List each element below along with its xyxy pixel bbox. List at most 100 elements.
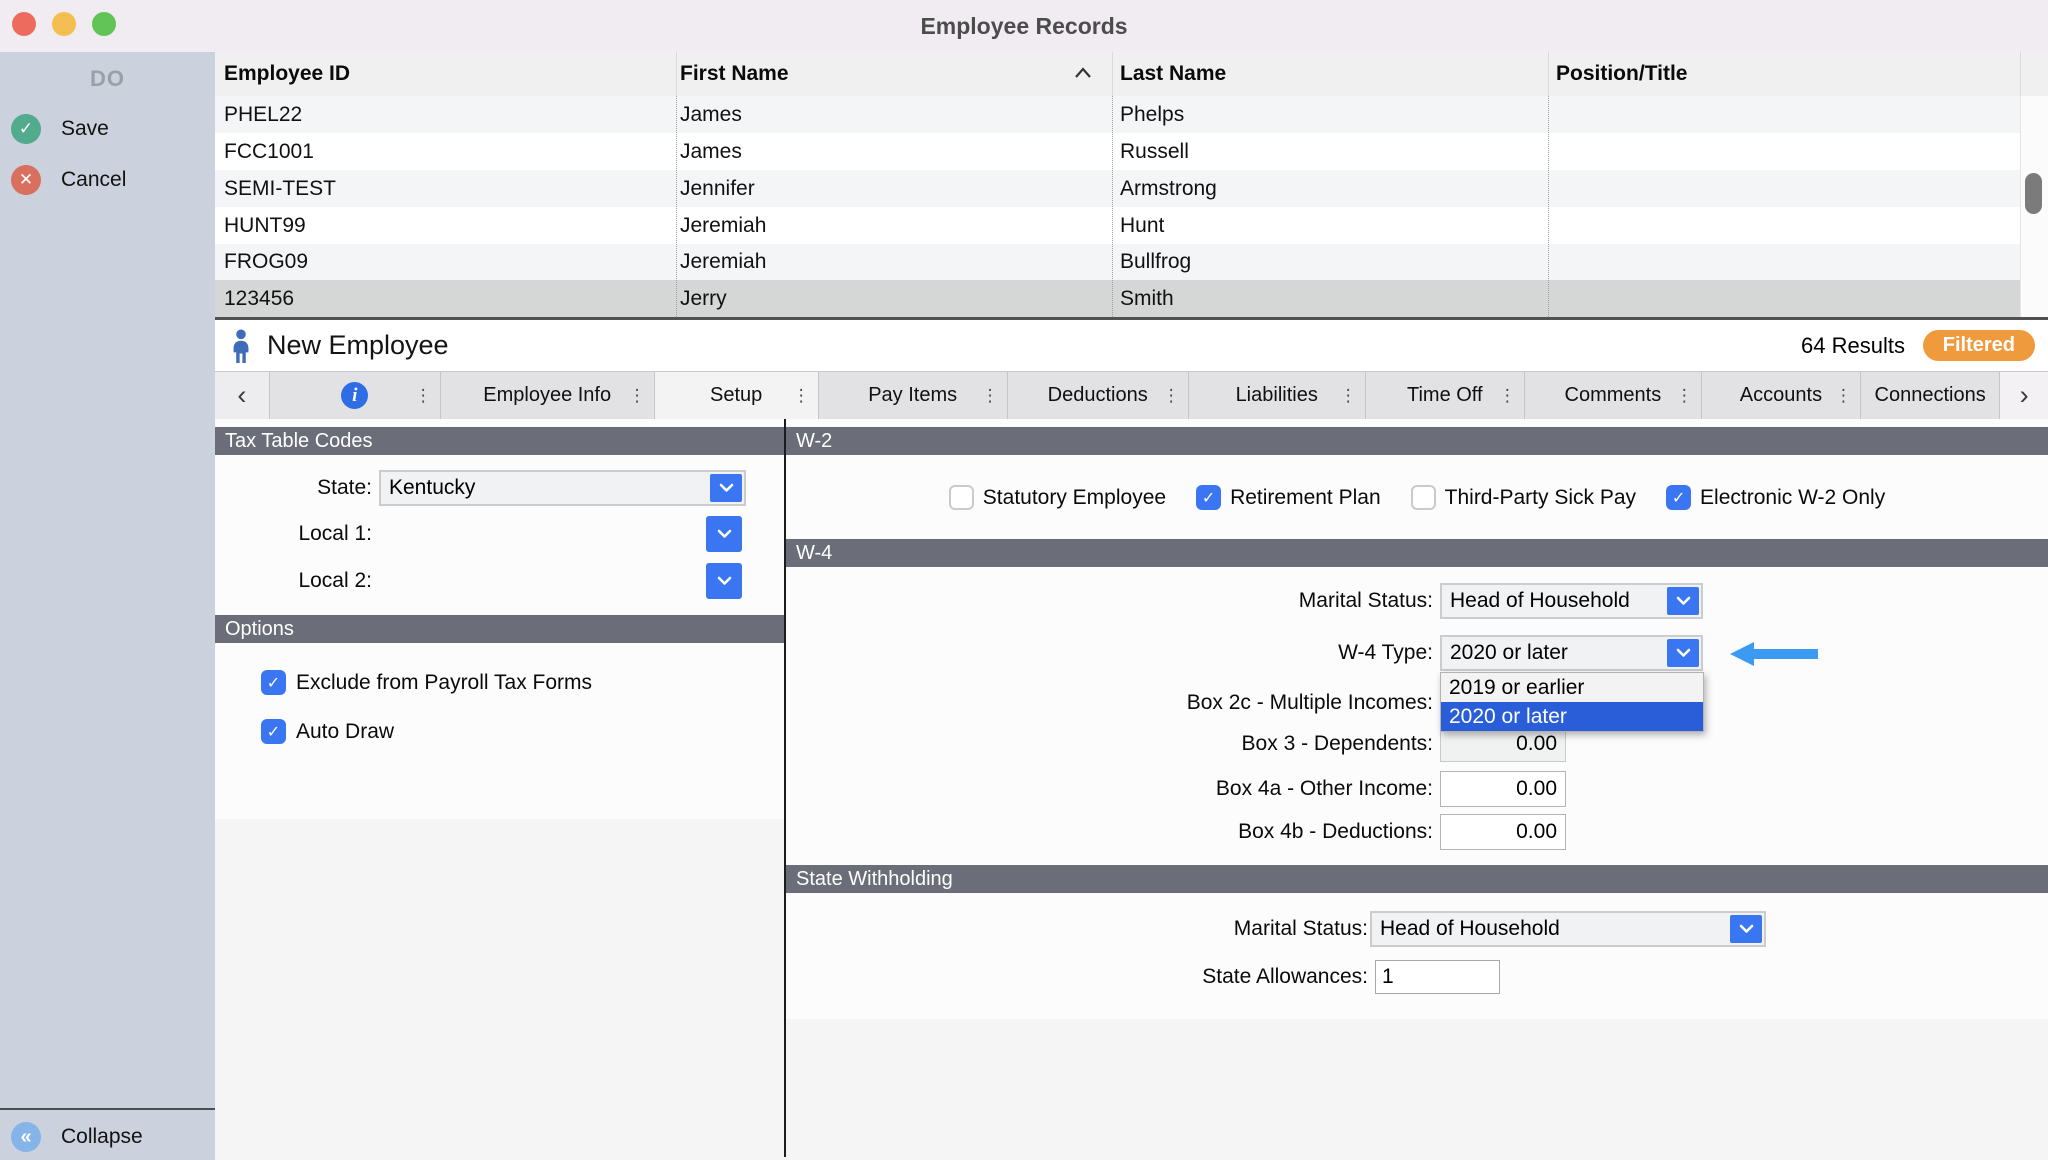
box4a-other-income-field[interactable] bbox=[1440, 771, 1566, 807]
chevron-down-icon[interactable] bbox=[1667, 587, 1699, 615]
tab-pay-items[interactable]: Pay Items ⋮ bbox=[819, 372, 1008, 419]
state-label: State: bbox=[215, 470, 372, 506]
sort-ascending-icon bbox=[1073, 66, 1093, 84]
box4a-other-income-label: Box 4a - Other Income: bbox=[786, 771, 1433, 807]
tab-label: Time Off bbox=[1407, 384, 1483, 407]
checkbox-label: Statutory Employee bbox=[983, 485, 1166, 510]
local1-label: Local 1: bbox=[215, 516, 372, 552]
tab-overflow-icon[interactable]: ⋮ bbox=[1676, 386, 1693, 406]
cell-employee-id: SEMI-TEST bbox=[224, 170, 336, 207]
checkbox-label: Electronic W-2 Only bbox=[1700, 485, 1885, 510]
tab-overflow-icon[interactable]: ⋮ bbox=[1499, 386, 1516, 406]
table-row[interactable]: FROG09 Jeremiah Bullfrog bbox=[215, 244, 2048, 280]
setup-form: Tax Table Codes State: Kentucky Local 1:… bbox=[215, 419, 2048, 1160]
table-scrollbar-thumb[interactable] bbox=[2025, 173, 2042, 214]
tab-overflow-icon[interactable]: ⋮ bbox=[1835, 386, 1852, 406]
check-glyph: ✓ bbox=[19, 119, 33, 139]
check-glyph: ✓ bbox=[1672, 488, 1685, 508]
box2c-multiple-incomes-label: Box 2c - Multiple Incomes: bbox=[786, 685, 1433, 721]
checkbox-statutory-employee[interactable] bbox=[949, 485, 974, 510]
w4-marital-status-value: Head of Household bbox=[1450, 585, 1630, 617]
tabs-scroll-left-button[interactable]: ‹ bbox=[215, 372, 270, 419]
cancel-button[interactable]: Cancel bbox=[61, 165, 126, 195]
tab-overflow-icon[interactable]: ⋮ bbox=[793, 386, 810, 406]
section-header-w2: W-2 bbox=[786, 427, 2048, 455]
chevron-down-icon[interactable] bbox=[710, 474, 742, 502]
collapse-button[interactable]: Collapse bbox=[61, 1122, 143, 1152]
exclude-payroll-tax-forms-row: ✓ Exclude from Payroll Tax Forms bbox=[261, 670, 592, 695]
tab-setup[interactable]: Setup ⋮ bbox=[655, 372, 819, 419]
w4-type-combobox[interactable]: 2020 or later bbox=[1440, 635, 1703, 671]
tab-comments[interactable]: Comments ⋮ bbox=[1525, 372, 1702, 419]
state-allowances-input[interactable] bbox=[1375, 960, 1500, 994]
table-row[interactable]: FCC1001 James Russell bbox=[215, 133, 2048, 170]
statutory-employee-item: Statutory Employee bbox=[949, 485, 1166, 510]
cell-first-name: James bbox=[680, 96, 742, 133]
table-row-selected[interactable]: 123456 Jerry Smith bbox=[215, 280, 2048, 317]
table-row[interactable]: HUNT99 Jeremiah Hunt bbox=[215, 207, 2048, 244]
chevron-down-icon[interactable] bbox=[1667, 639, 1699, 667]
section-header-options: Options bbox=[215, 615, 786, 643]
tab-overflow-icon[interactable]: ⋮ bbox=[629, 386, 646, 406]
column-header-first-name[interactable]: First Name bbox=[680, 52, 789, 96]
cell-last-name: Russell bbox=[1120, 133, 1189, 170]
tab-label: Deductions bbox=[1048, 384, 1148, 407]
column-divider-dotted bbox=[1548, 96, 1549, 317]
title-bar: Employee Records bbox=[0, 0, 2048, 53]
tab-overflow-icon[interactable]: ⋮ bbox=[1163, 386, 1180, 406]
tab-label: Pay Items bbox=[868, 384, 957, 407]
right-panel: W-2 Statutory Employee ✓ Retirement Plan… bbox=[786, 419, 2048, 1160]
back-chevron-icon: ‹ bbox=[237, 380, 246, 411]
box4b-deductions-field[interactable] bbox=[1440, 814, 1566, 850]
tab-label: Connections bbox=[1875, 384, 1986, 407]
tabs-scroll-right-button[interactable]: › bbox=[2000, 372, 2048, 419]
table-row[interactable]: PHEL22 James Phelps bbox=[215, 96, 2048, 133]
sw-marital-status-value: Head of Household bbox=[1380, 913, 1560, 945]
sw-marital-status-combobox[interactable]: Head of Household bbox=[1370, 911, 1766, 947]
column-header-employee-id[interactable]: Employee ID bbox=[224, 52, 350, 96]
cross-glyph: ✕ bbox=[19, 170, 33, 190]
dropdown-option-2019-or-earlier[interactable]: 2019 or earlier bbox=[1441, 673, 1703, 702]
tab-overflow-icon[interactable]: ⋮ bbox=[1340, 386, 1357, 406]
tab-liabilities[interactable]: Liabilities ⋮ bbox=[1189, 372, 1366, 419]
w2-checkbox-row: Statutory Employee ✓ Retirement Plan Thi… bbox=[786, 485, 2048, 510]
local2-dropdown-button[interactable] bbox=[706, 563, 742, 599]
tab-connections[interactable]: Connections bbox=[1861, 372, 2000, 419]
local1-dropdown-button[interactable] bbox=[706, 516, 742, 552]
cell-last-name: Hunt bbox=[1120, 207, 1164, 244]
table-row[interactable]: SEMI-TEST Jennifer Armstrong bbox=[215, 170, 2048, 207]
dropdown-option-2020-or-later[interactable]: 2020 or later bbox=[1441, 702, 1703, 731]
checkbox-exclude-payroll-tax-forms[interactable]: ✓ bbox=[261, 670, 286, 695]
results-count: 64 Results bbox=[1801, 320, 1905, 371]
tab-deductions[interactable]: Deductions ⋮ bbox=[1008, 372, 1189, 419]
save-button[interactable]: Save bbox=[61, 114, 109, 144]
tab-overflow-icon[interactable]: ⋮ bbox=[982, 386, 999, 406]
tab-employee-info[interactable]: Employee Info ⋮ bbox=[441, 372, 655, 419]
section-header-state-withholding: State Withholding bbox=[786, 865, 2048, 893]
chevron-down-icon[interactable] bbox=[1730, 915, 1762, 943]
cell-first-name: Jennifer bbox=[680, 170, 755, 207]
checkbox-electronic-w2-only[interactable]: ✓ bbox=[1666, 485, 1691, 510]
checkbox-third-party-sick-pay[interactable] bbox=[1411, 485, 1436, 510]
tab-label: Liabilities bbox=[1236, 384, 1318, 407]
state-combobox[interactable]: Kentucky bbox=[379, 470, 746, 506]
cancel-cross-icon: ✕ bbox=[11, 165, 41, 195]
tab-info[interactable]: i ⋮ bbox=[270, 372, 441, 419]
filtered-badge[interactable]: Filtered bbox=[1923, 330, 2035, 361]
column-header-last-name[interactable]: Last Name bbox=[1120, 52, 1226, 96]
checkbox-retirement-plan[interactable]: ✓ bbox=[1196, 485, 1221, 510]
checkbox-auto-draw[interactable]: ✓ bbox=[261, 719, 286, 744]
column-header-position[interactable]: Position/Title bbox=[1556, 52, 1687, 96]
section-header-tax-table-codes: Tax Table Codes bbox=[215, 427, 786, 455]
box3-dependents-label: Box 3 - Dependents: bbox=[786, 726, 1433, 762]
column-divider bbox=[2020, 52, 2021, 96]
tab-overflow-icon[interactable]: ⋮ bbox=[415, 386, 432, 406]
collapse-glyph: « bbox=[20, 1126, 31, 1149]
tab-label: Employee Info bbox=[483, 384, 611, 407]
tab-time-off[interactable]: Time Off ⋮ bbox=[1366, 372, 1525, 419]
tab-accounts[interactable]: Accounts ⋮ bbox=[1702, 372, 1861, 419]
cell-last-name: Armstrong bbox=[1120, 170, 1217, 207]
employee-records-window: Employee Records DO ✓ Save ✕ Cancel « Co… bbox=[0, 0, 2048, 1160]
w4-marital-status-combobox[interactable]: Head of Household bbox=[1440, 583, 1703, 619]
cell-first-name: Jerry bbox=[680, 280, 727, 317]
